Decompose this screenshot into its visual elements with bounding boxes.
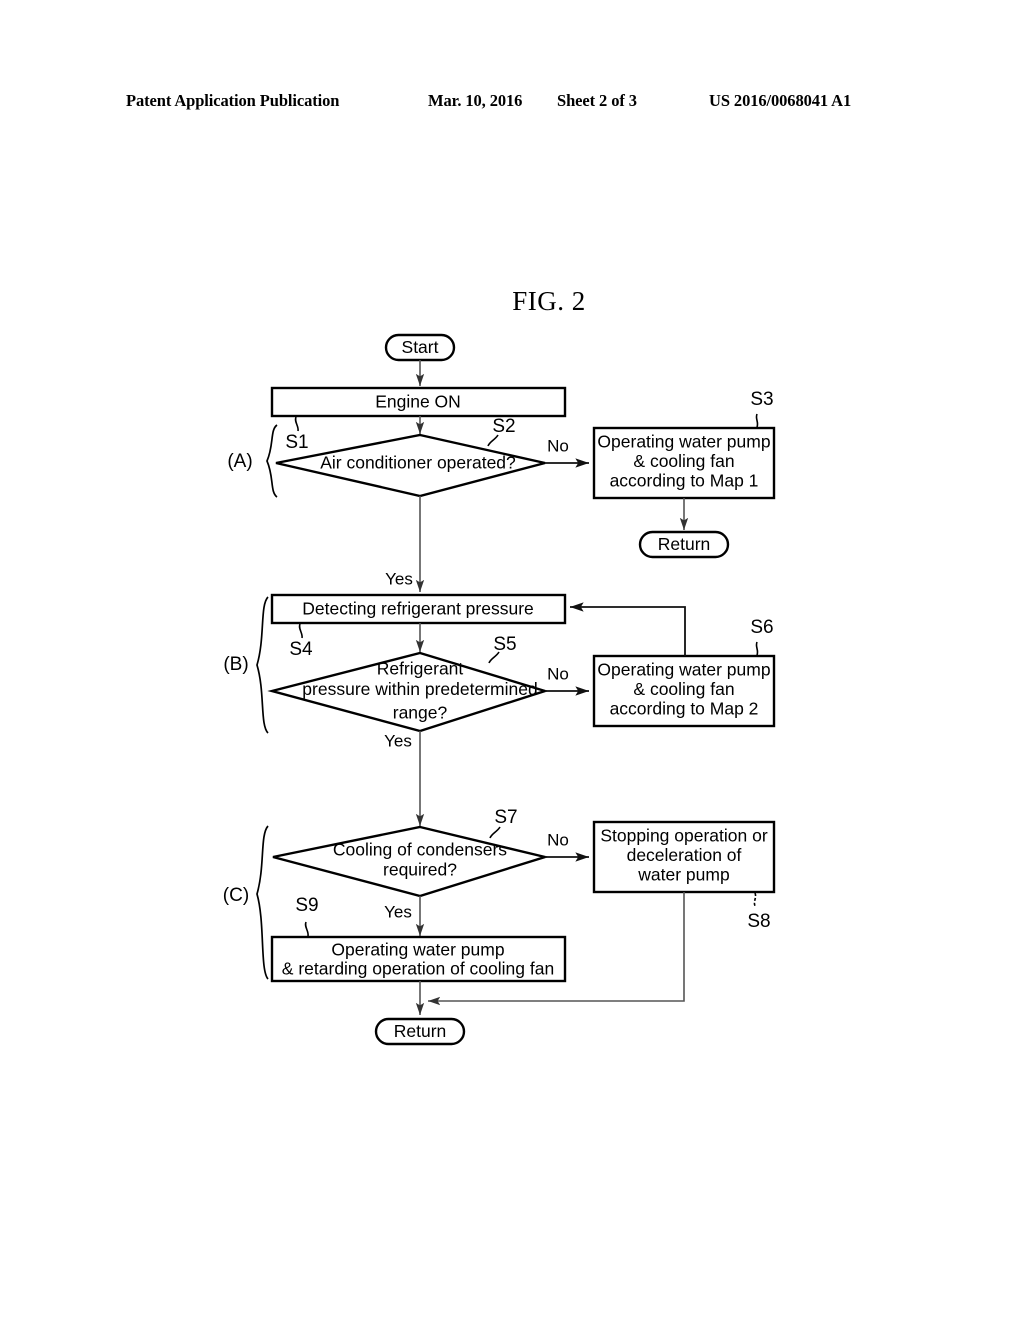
edge-map2-feedback <box>569 602 686 656</box>
node-condenser-decision-line2: required? <box>383 860 457 880</box>
node-ac-decision-label: Air conditioner operated? <box>320 453 516 473</box>
node-pressure-decision-line3: range? <box>393 703 448 723</box>
node-map1: Operating water pump & cooling fan accor… <box>592 426 776 500</box>
edge-label-pressure-no: No <box>547 664 569 683</box>
node-condenser-decision: Cooling of condensers required? <box>272 825 550 898</box>
leader-s9 <box>304 921 309 937</box>
ref-label-s3: S3 <box>750 389 773 410</box>
node-pressure-decision: Refrigerant pressure within predetermine… <box>267 651 550 733</box>
node-map2-line1: Operating water pump <box>597 660 770 680</box>
ref-label-s8: S8 <box>747 911 770 932</box>
node-engine-on: Engine ON <box>270 386 567 418</box>
leader-s7 <box>489 826 501 839</box>
edge-label-pressure-yes: Yes <box>384 731 412 750</box>
ref-label-s6: S6 <box>750 617 773 638</box>
group-label-a: (A) <box>227 451 252 472</box>
node-return-bottom: Return <box>374 1017 466 1046</box>
group-label-b: (B) <box>223 654 248 675</box>
edge-label-ac-no: No <box>547 436 569 455</box>
group-label-c: (C) <box>223 885 249 906</box>
ref-label-s2: S2 <box>492 416 515 437</box>
node-map1-line1: Operating water pump <box>597 432 770 452</box>
ref-label-s7: S7 <box>494 807 517 828</box>
edge-label-condenser-yes: Yes <box>384 902 412 921</box>
ref-label-s5: S5 <box>493 634 516 655</box>
node-pressure-decision-line2: pressure within predetermined <box>302 679 537 699</box>
leader-s1 <box>294 416 299 432</box>
node-map2: Operating water pump & cooling fan accor… <box>592 654 776 728</box>
ref-label-s4: S4 <box>289 639 313 660</box>
node-start-label: Start <box>402 337 439 357</box>
group-brace-c: (C) <box>223 825 269 980</box>
node-engine-on-label: Engine ON <box>375 392 461 412</box>
node-return-top: Return <box>638 530 730 559</box>
node-detect-pressure-label: Detecting refrigerant pressure <box>302 599 534 619</box>
node-map1-line2: & cooling fan <box>633 451 734 471</box>
node-return-top-label: Return <box>658 534 711 554</box>
node-start: Start <box>384 333 456 362</box>
node-pressure-decision-line1: Refrigerant <box>377 659 464 679</box>
node-retard-fan-line1: Operating water pump <box>331 940 504 960</box>
node-map2-line3: according to Map 2 <box>610 699 759 719</box>
node-retard-fan: Operating water pump & retarding operati… <box>270 935 567 983</box>
node-stop-pump-line1: Stopping operation or <box>600 826 768 846</box>
node-stop-pump-line2: deceleration of <box>627 845 742 865</box>
leader-s6 <box>755 641 759 656</box>
node-stop-pump-line3: water pump <box>637 865 729 885</box>
node-map2-line2: & cooling fan <box>633 679 734 699</box>
node-condenser-decision-line1: Cooling of condensers <box>333 840 507 860</box>
node-retard-fan-line2: & retarding operation of cooling fan <box>282 959 554 979</box>
node-map1-line3: according to Map 1 <box>610 471 759 491</box>
node-ac-decision: Air conditioner operated? <box>275 433 546 498</box>
flowchart-diagram: Start Engine ON S1 Air conditioner opera… <box>0 0 1024 1320</box>
node-detect-pressure: Detecting refrigerant pressure <box>270 593 567 625</box>
leader-s8 <box>753 892 757 907</box>
group-brace-a: (A) <box>227 424 278 498</box>
leader-s4 <box>298 623 303 639</box>
group-brace-b: (B) <box>223 596 269 734</box>
node-return-bottom-label: Return <box>394 1021 447 1041</box>
node-stop-pump: Stopping operation or deceleration of wa… <box>592 820 776 894</box>
leader-s3 <box>755 413 759 428</box>
ref-label-s9: S9 <box>295 895 318 916</box>
ref-label-s1: S1 <box>285 432 308 453</box>
edge-label-ac-yes: Yes <box>385 569 413 588</box>
edge-label-condenser-no: No <box>547 830 569 849</box>
